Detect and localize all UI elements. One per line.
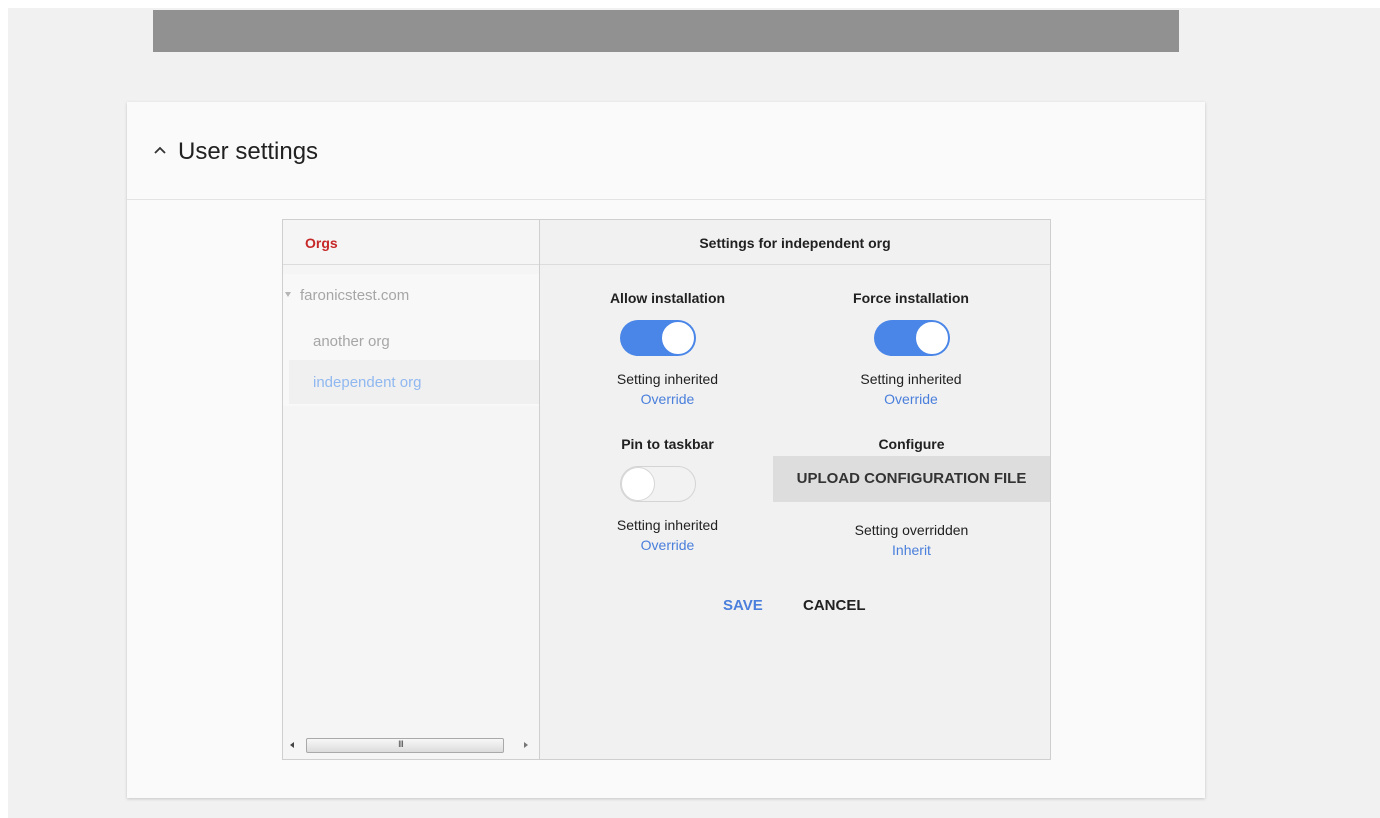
orgs-header: Orgs — [283, 220, 539, 265]
scrollbar-thumb[interactable]: III — [306, 738, 504, 753]
org-item-another-org[interactable]: another org — [313, 333, 390, 350]
org-tree: faronicstest.com another org independent… — [283, 274, 539, 406]
user-settings-card: User settings Orgs faronicstest.com anot… — [127, 102, 1205, 798]
tree-expand-arrow-icon[interactable] — [285, 292, 291, 297]
card-title: User settings — [178, 138, 319, 165]
org-settings-frame: Orgs faronicstest.com another org indepe… — [282, 219, 1051, 760]
configure-inherit-link[interactable]: Inherit — [773, 542, 1050, 558]
card-header[interactable]: User settings — [127, 102, 1205, 200]
force-installation-toggle[interactable] — [874, 320, 950, 356]
settings-title: Settings for independent org — [699, 235, 891, 251]
toggle-knob — [661, 321, 695, 355]
settings-header: Settings for independent org — [540, 220, 1050, 265]
configure-setting: Configure UPLOAD CONFIGURATION FILE Sett… — [773, 436, 1050, 566]
pin-to-taskbar-label: Pin to taskbar — [621, 436, 714, 452]
allow-installation-override-link[interactable]: Override — [540, 391, 795, 407]
force-installation-label: Force installation — [853, 290, 969, 306]
allow-installation-status: Setting inherited — [616, 371, 719, 387]
toggle-knob — [621, 467, 655, 501]
pin-to-taskbar-setting: Pin to taskbar Setting inherited Overrid… — [540, 436, 795, 566]
force-installation-override-link[interactable]: Override — [777, 391, 1045, 407]
save-button[interactable]: SAVE — [723, 597, 763, 614]
top-banner-bar — [153, 10, 1179, 52]
chevron-up-icon[interactable] — [152, 142, 168, 158]
pin-to-taskbar-override-link[interactable]: Override — [540, 537, 795, 553]
org-item-selected-row[interactable]: independent org — [289, 360, 539, 404]
force-installation-setting: Force installation Setting inherited Ove… — [777, 290, 1045, 420]
configure-status: Setting overridden — [854, 522, 969, 538]
settings-panel: Settings for independent org Allow insta… — [540, 220, 1050, 759]
orgs-panel: Orgs faronicstest.com another org indepe… — [283, 220, 540, 759]
cancel-button[interactable]: CANCEL — [803, 597, 866, 614]
allow-installation-toggle[interactable] — [620, 320, 696, 356]
horizontal-scrollbar[interactable]: III — [288, 738, 534, 753]
allow-installation-label: Allow installation — [609, 290, 726, 306]
force-installation-status: Setting inherited — [860, 371, 962, 387]
scroll-left-arrow-icon[interactable] — [290, 742, 294, 748]
allow-installation-setting: Allow installation Setting inherited Ove… — [540, 290, 795, 420]
configure-label: Configure — [878, 436, 945, 452]
pin-to-taskbar-toggle[interactable] — [620, 466, 696, 502]
toggle-knob — [915, 321, 949, 355]
org-item-independent-org[interactable]: independent org — [313, 374, 421, 391]
org-item-faronicstest[interactable]: faronicstest.com — [300, 287, 409, 304]
scrollbar-grip: III — [398, 740, 404, 750]
pin-to-taskbar-status: Setting inherited — [616, 517, 719, 533]
upload-button-wrapper: UPLOAD CONFIGURATION FILE — [773, 456, 1050, 502]
scroll-right-arrow-icon[interactable] — [524, 742, 528, 748]
orgs-title: Orgs — [305, 235, 338, 251]
upload-configuration-file-button[interactable]: UPLOAD CONFIGURATION FILE — [773, 456, 1050, 502]
